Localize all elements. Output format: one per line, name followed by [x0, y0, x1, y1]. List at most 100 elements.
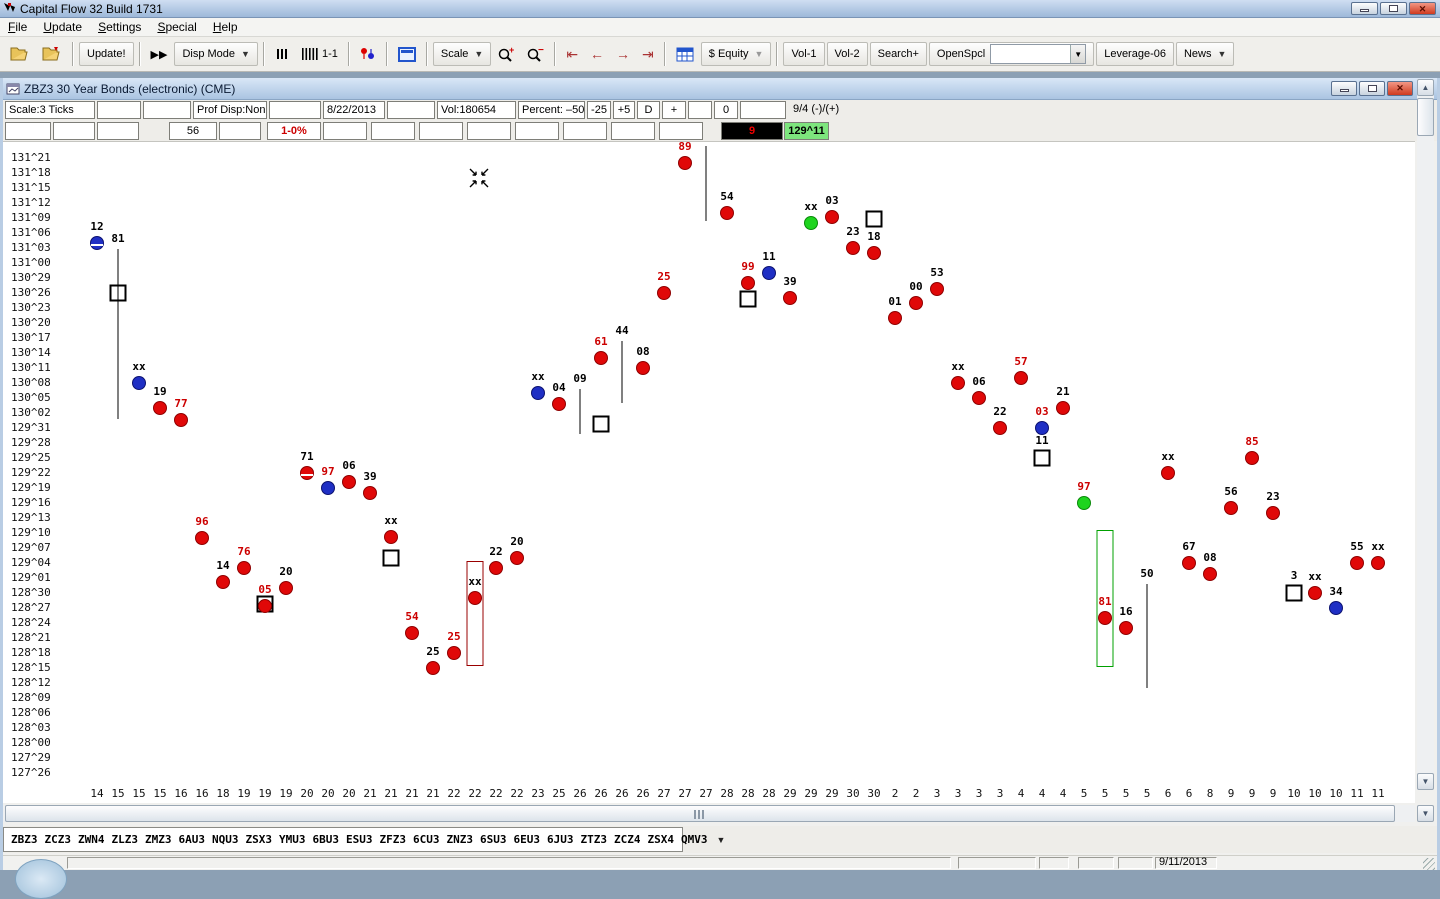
chevron-down-icon[interactable]: ▼: [1070, 45, 1085, 63]
tab-zlz3[interactable]: ZLZ3: [112, 833, 139, 846]
vol1-button[interactable]: Vol-1: [783, 42, 824, 66]
price-cell[interactable]: 129^11: [784, 122, 829, 140]
tab-zwn4[interactable]: ZWN4: [78, 833, 105, 846]
tab-6su3[interactable]: 6SU3: [480, 833, 507, 846]
open-file-button[interactable]: [5, 42, 35, 66]
chart-minimize-button[interactable]: [1331, 81, 1357, 96]
tab-nqu3[interactable]: NQU3: [212, 833, 239, 846]
param-cell[interactable]: +5: [613, 101, 635, 119]
menu-settings[interactable]: Settings: [90, 18, 149, 36]
tab-qmv3[interactable]: QMV3: [681, 833, 708, 846]
param-cell[interactable]: -25: [587, 101, 611, 119]
tab-6ju3[interactable]: 6JU3: [547, 833, 574, 846]
tab-6cu3[interactable]: 6CU3: [413, 833, 440, 846]
tab-znz3[interactable]: ZNZ3: [447, 833, 474, 846]
param-cell[interactable]: [387, 101, 435, 119]
tab-esu3[interactable]: ESU3: [346, 833, 373, 846]
menu-file[interactable]: File: [0, 18, 35, 36]
tab-zfz3[interactable]: ZFZ3: [380, 833, 407, 846]
param-cell[interactable]: [563, 122, 607, 140]
tab-zcz3[interactable]: ZCZ3: [45, 833, 72, 846]
tab-ymu3[interactable]: YMU3: [279, 833, 306, 846]
tab-ztz3[interactable]: ZTZ3: [581, 833, 608, 846]
tab-6bu3[interactable]: 6BU3: [313, 833, 340, 846]
tab-zcz4[interactable]: ZCZ4: [614, 833, 641, 846]
param-cell[interactable]: D: [637, 101, 660, 119]
update-button[interactable]: Update!: [79, 42, 134, 66]
param-cell[interactable]: [467, 122, 511, 140]
data-table-button[interactable]: [671, 42, 699, 66]
vol2-button[interactable]: Vol-2: [827, 42, 868, 66]
scroll-up-button[interactable]: ▲: [1417, 79, 1434, 96]
equity-combo[interactable]: $ Equity ▼: [701, 42, 772, 66]
param-cell[interactable]: 56: [169, 122, 217, 140]
chart-close-button[interactable]: ✕: [1387, 81, 1413, 96]
param-cell[interactable]: [5, 122, 51, 140]
zoom-in-button[interactable]: +: [493, 42, 520, 66]
horizontal-scroll-thumb[interactable]: [5, 805, 1395, 822]
param-cell[interactable]: [97, 101, 141, 119]
chart-maximize-button[interactable]: [1359, 81, 1385, 96]
param-cell[interactable]: [53, 122, 95, 140]
maximize-button[interactable]: [1380, 2, 1407, 15]
param-cell[interactable]: [97, 122, 139, 140]
open-special-button[interactable]: [37, 42, 67, 66]
param-cell[interactable]: [219, 122, 261, 140]
bars-small-button[interactable]: [270, 42, 294, 66]
bars-dense-button[interactable]: 1-1: [296, 42, 343, 66]
param-cell[interactable]: [515, 122, 559, 140]
disp-mode-button[interactable]: Disp Mode ▼: [174, 42, 258, 66]
scale-button[interactable]: Scale ▼: [433, 42, 491, 66]
param-cell[interactable]: Vol:180654: [437, 101, 516, 119]
tab-zbz3[interactable]: ZBZ3: [11, 833, 38, 846]
param-cell[interactable]: [143, 101, 191, 119]
advance-button[interactable]: ▶▶: [146, 42, 173, 66]
tab-6au3[interactable]: 6AU3: [179, 833, 206, 846]
horizontal-scrollbar[interactable]: [3, 805, 1415, 822]
leverage-button[interactable]: Leverage-06: [1096, 42, 1174, 66]
param-cell[interactable]: [323, 122, 367, 140]
close-button[interactable]: ✕: [1409, 2, 1436, 15]
chart-window-titlebar[interactable]: ZBZ3 30 Year Bonds (electronic) (CME) ✕: [3, 78, 1437, 100]
zoom-out-button[interactable]: −: [522, 42, 549, 66]
step-forward-button[interactable]: →: [611, 42, 635, 66]
tab-zmz3[interactable]: ZMZ3: [145, 833, 172, 846]
param-cell[interactable]: Scale:3 Ticks: [5, 101, 95, 119]
param-cell[interactable]: [659, 122, 703, 140]
param-cell[interactable]: 8/22/2013: [323, 101, 385, 119]
vertical-scrollbar[interactable]: ▲ ▼: [1417, 79, 1434, 790]
minimize-button[interactable]: [1351, 2, 1378, 15]
menu-help[interactable]: Help: [205, 18, 246, 36]
news-button[interactable]: News ▼: [1176, 42, 1234, 66]
search-button[interactable]: Search+: [870, 42, 927, 66]
tab-zsx3[interactable]: ZSX3: [246, 833, 273, 846]
scroll-corner-button[interactable]: ▼: [1417, 805, 1434, 822]
param-cell[interactable]: 1-0%: [267, 122, 321, 140]
tab-overflow-button[interactable]: ▼: [717, 835, 726, 845]
param-cell[interactable]: Percent: –50: [518, 101, 585, 119]
step-back-button[interactable]: ←: [585, 42, 609, 66]
resize-grip[interactable]: [1423, 858, 1435, 870]
scroll-down-button[interactable]: ▼: [1417, 773, 1434, 790]
dots-mode-button[interactable]: [355, 42, 381, 66]
countdown-cell[interactable]: 9: [721, 122, 783, 140]
param-cell[interactable]: Prof Disp:None: [193, 101, 267, 119]
param-cell[interactable]: +: [662, 101, 686, 119]
menu-special[interactable]: Special: [149, 18, 204, 36]
tab-6eu3[interactable]: 6EU3: [514, 833, 541, 846]
param-cell[interactable]: [269, 101, 321, 119]
tab-zsx4[interactable]: ZSX4: [648, 833, 675, 846]
goto-start-button[interactable]: ⇤: [561, 42, 583, 66]
vertical-scroll-thumb[interactable]: [1417, 98, 1434, 136]
param-cell[interactable]: 0: [714, 101, 738, 119]
param-cell[interactable]: [371, 122, 415, 140]
param-cell[interactable]: [611, 122, 655, 140]
param-cell[interactable]: [419, 122, 463, 140]
goto-end-button[interactable]: ⇥: [637, 42, 659, 66]
window-layout-button[interactable]: [393, 42, 421, 66]
openspcl-select[interactable]: ▼: [990, 44, 1086, 64]
chart-canvas[interactable]: 131^21131^18131^15131^12131^09131^06131^…: [3, 141, 1415, 803]
menu-update[interactable]: Update: [35, 18, 90, 36]
param-cell[interactable]: [688, 101, 712, 119]
param-cell[interactable]: [740, 101, 786, 119]
